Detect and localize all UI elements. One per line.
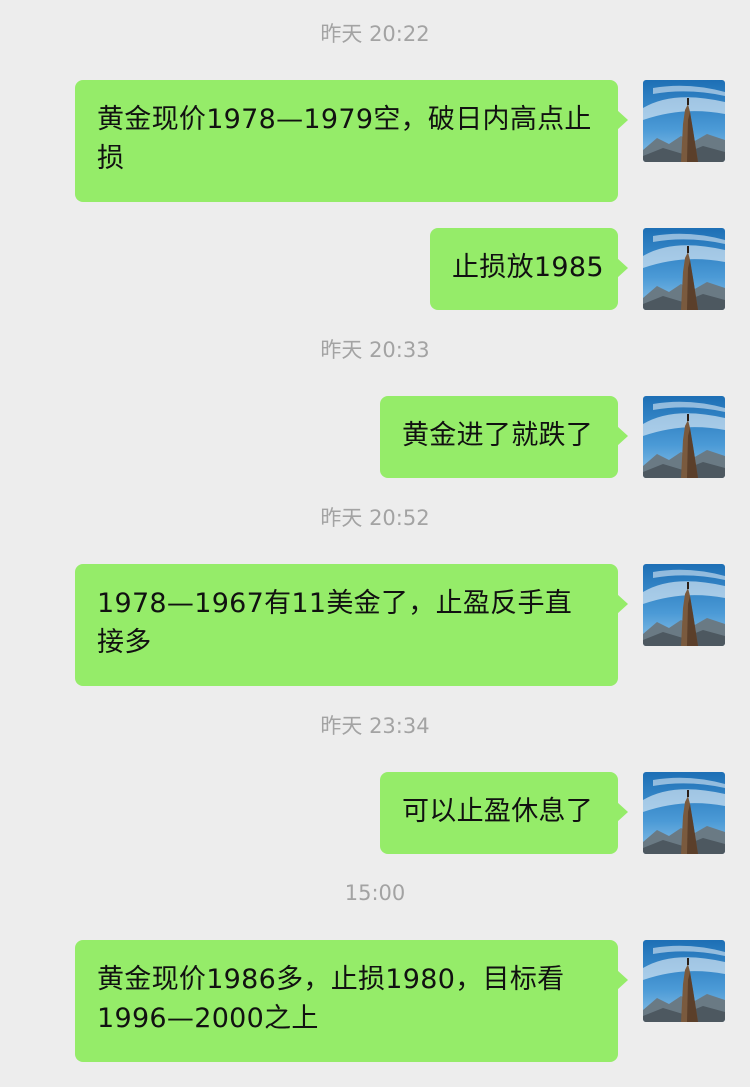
avatar-image [643, 772, 725, 854]
message-bubble[interactable]: 黄金现价1986多，止损1980，目标看1996—2000之上 [75, 940, 628, 1062]
mountain-peak-avatar[interactable] [643, 80, 725, 162]
avatar-image [643, 396, 725, 478]
message-bubble[interactable]: 可以止盈休息了 [380, 772, 628, 854]
avatar-image [643, 564, 725, 646]
mountain-peak-avatar[interactable] [643, 772, 725, 854]
timestamp: 15:00 [344, 881, 406, 905]
message-bubble[interactable]: 止损放1985 [430, 228, 628, 310]
mountain-peak-avatar[interactable] [643, 940, 725, 1022]
timestamp: 昨天 20:52 [320, 506, 430, 530]
avatar-image [643, 80, 725, 162]
mountain-peak-avatar[interactable] [643, 228, 725, 310]
timestamp: 昨天 20:33 [320, 338, 430, 362]
timestamp: 昨天 20:22 [320, 22, 430, 46]
mountain-peak-avatar[interactable] [643, 564, 725, 646]
message-bubble[interactable]: 1978—1967有11美金了，止盈反手直接多 [75, 564, 628, 686]
message-bubble[interactable]: 黄金现价1978—1979空，破日内高点止损 [75, 80, 628, 202]
chat-area[interactable]: 昨天 20:22 黄金现价1978—1979空，破日内高点止损 止损放1985 … [0, 0, 750, 1087]
avatar-image [643, 940, 725, 1022]
avatar-image [643, 228, 725, 310]
message-bubble[interactable]: 黄金进了就跌了 [380, 396, 628, 478]
timestamp: 昨天 23:34 [320, 714, 430, 738]
mountain-peak-avatar[interactable] [643, 396, 725, 478]
